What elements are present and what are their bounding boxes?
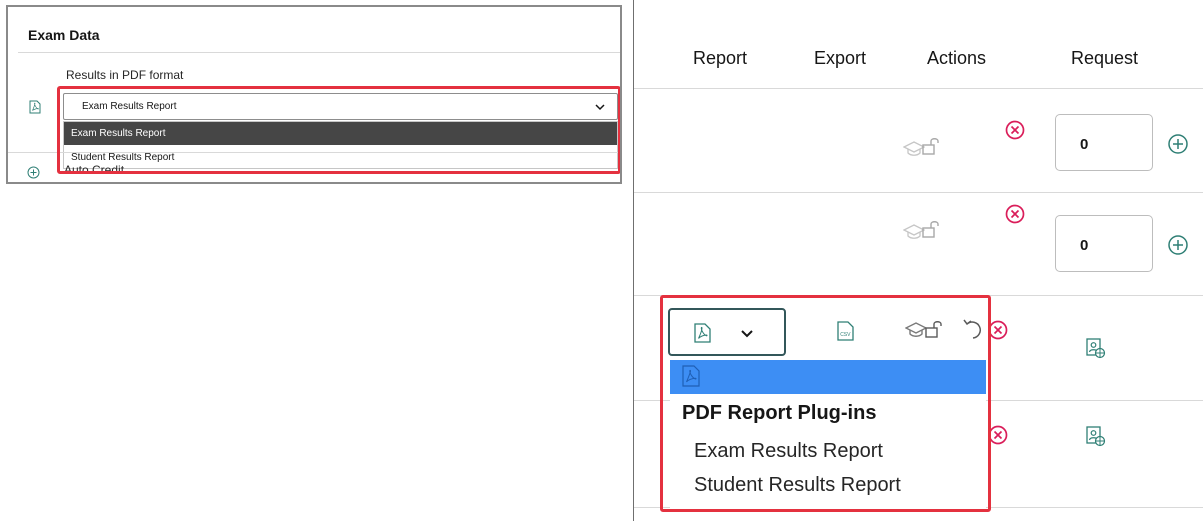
- remove-circle-icon[interactable]: [1005, 204, 1025, 224]
- remove-circle-icon[interactable]: [1005, 120, 1025, 140]
- exam-data-panel: Exam Data Results in PDF format Exam Res…: [6, 5, 622, 184]
- remove-circle-icon[interactable]: [988, 425, 1008, 445]
- column-header-request: Request: [1071, 48, 1139, 68]
- add-circle-icon[interactable]: [1167, 133, 1189, 155]
- column-header-export: Export: [814, 48, 867, 68]
- remove-circle-icon[interactable]: [988, 320, 1008, 340]
- highlight-box: [660, 295, 991, 512]
- request-count-value: 0: [1080, 237, 1089, 254]
- row-divider: [634, 192, 1203, 193]
- divider: [18, 52, 620, 53]
- request-count-value: 0: [1080, 136, 1089, 153]
- request-count-input[interactable]: 0: [1055, 114, 1153, 171]
- pdf-format-label: Results in PDF format: [66, 68, 184, 82]
- unlock-icon[interactable]: [922, 220, 942, 238]
- highlight-box: [57, 86, 620, 174]
- unlock-icon[interactable]: [922, 137, 942, 155]
- pdf-file-icon: [29, 100, 41, 114]
- add-circle-icon[interactable]: [27, 166, 40, 179]
- column-header-actions: Actions: [927, 48, 987, 68]
- panel-title: Exam Data: [28, 27, 100, 43]
- screenshot-stage: Exam Data Results in PDF format Exam Res…: [0, 0, 1203, 521]
- user-globe-icon[interactable]: [1086, 426, 1106, 448]
- column-header-report: Report: [693, 48, 748, 68]
- request-count-input[interactable]: 0: [1055, 215, 1153, 272]
- row-divider: [634, 88, 1203, 89]
- add-circle-icon[interactable]: [1167, 234, 1189, 256]
- user-globe-icon[interactable]: [1086, 338, 1106, 360]
